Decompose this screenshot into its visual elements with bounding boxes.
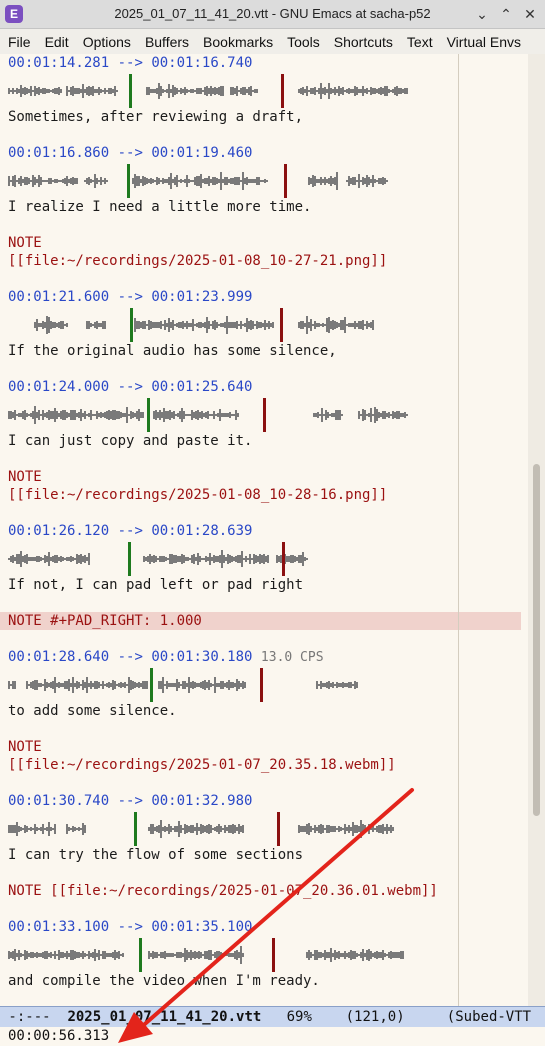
annotation-arrow: [118, 788, 414, 1043]
